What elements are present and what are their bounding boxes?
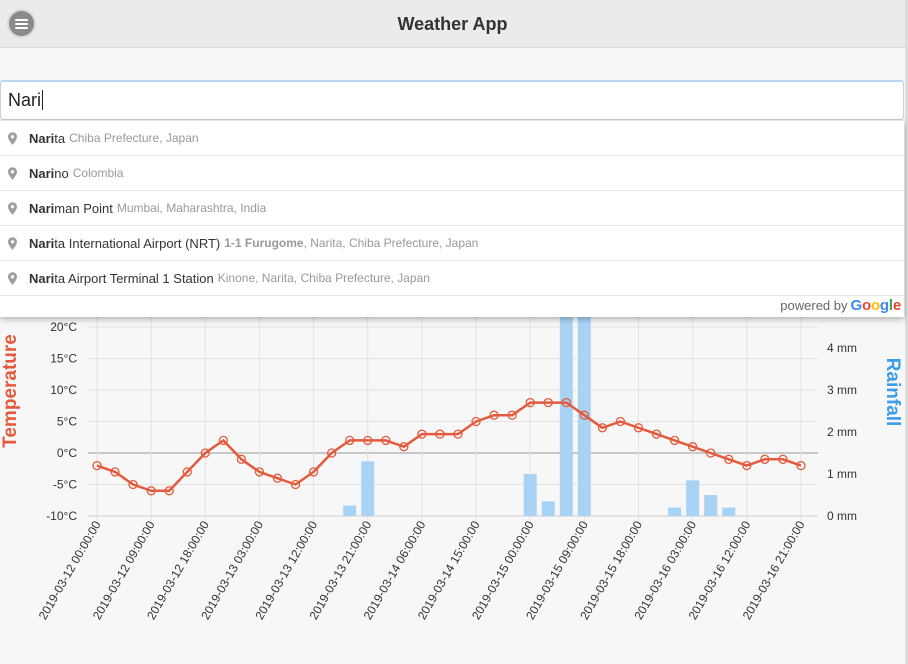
x-tick-label: 2019-03-15 18:00:00 [577,518,645,622]
rainfall-bar [668,507,682,516]
x-tick-label: 2019-03-13 03:00:00 [198,518,266,622]
x-tick-label: 2019-03-13 12:00:00 [252,518,320,622]
x-tick-label: 2019-03-14 06:00:00 [361,518,429,622]
powered-by-google: powered by Google [780,297,901,314]
y-left-tick-label: 10°C [50,383,77,397]
powered-by-text: powered by [780,298,848,313]
suggestion-main-text: Narita [29,131,65,146]
suggestion-secondary-text: Colombia [73,166,124,180]
y-right-tick-label: 3 mm [827,383,857,397]
suggestion-rest-text: ta [54,130,66,146]
suggestion-secondary-text: Kinone, Narita, Chiba Prefecture, Japan [218,271,430,285]
y-left-tick-label: 0°C [57,446,77,460]
suggestion-rest-text: man Point [54,200,113,216]
y-right-tick-label: 0 mm [827,509,857,523]
y-left-tick-label: 20°C [50,320,77,334]
suggestion-main-text: Narino [29,166,69,181]
app-header: Weather App [0,0,905,48]
y-left-tick-label: 5°C [57,415,77,429]
autocomplete-suggestion[interactable]: Narita Airport Terminal 1 Station Kinone,… [0,261,904,296]
x-tick-label: 2019-03-12 00:00:00 [36,518,104,622]
y-right-tick-label: 4 mm [827,341,857,355]
y-left-tick-label: 15°C [50,352,77,366]
suggestion-matched-text: Nari [29,130,55,146]
rainfall-bar [361,461,375,516]
y-left-tick-label: -5°C [53,478,77,492]
y-right-tick-label: 1 mm [827,467,857,481]
rainfall-bar [686,480,700,516]
rainfall-bar [343,505,357,516]
autocomplete-suggestion[interactable]: Narino Colombia [0,156,904,191]
suggestion-secondary-text: Chiba Prefecture, Japan [69,131,198,145]
map-pin-icon [8,131,17,145]
page-title: Weather App [397,14,508,34]
x-tick-label: 2019-03-12 18:00:00 [144,518,212,622]
suggestion-secondary-detail: Chiba Prefecture, Japan [69,131,199,145]
autocomplete-suggestion[interactable]: Narita International Airport (NRT) 1-1 Fu… [0,226,904,261]
suggestion-secondary-text: 1-1 Furugome, Narita, Chiba Prefecture, … [224,236,478,250]
y-right-tick-label: 2 mm [827,425,857,439]
suggestion-main-text: Nariman Point [29,201,113,216]
suggestion-main-text: Narita International Airport (NRT) [29,236,220,251]
suggestion-secondary-matched: 1-1 Furugome [224,236,304,250]
suggestion-matched-text: Nari [29,270,55,286]
suggestion-secondary-detail: Mumbai, Maharashtra, India [116,201,267,215]
x-tick-label: 2019-03-15 09:00:00 [523,518,591,622]
x-tick-label: 2019-03-14 15:00:00 [415,518,483,622]
x-tick-label: 2019-03-15 00:00:00 [469,518,537,622]
y-left-tick-label: -10°C [46,509,77,523]
map-pin-icon [8,201,17,215]
suggestion-rest-text: ta International Airport (NRT) [54,235,221,251]
temperature-axis-title: Temperature [0,334,21,448]
rainfall-bar [523,474,537,516]
map-pin-icon [8,271,17,285]
weather-app: Weather App Nari Narita Chiba Prefecture,… [0,0,908,664]
search-input-value: Nari [8,90,42,110]
suggestion-matched-text: Nari [29,235,55,251]
suggestion-secondary-detail: , Narita, Chiba Prefecture, Japan [303,236,479,250]
suggestion-secondary-detail: Colombia [72,166,124,180]
x-tick-label: 2019-03-13 21:00:00 [307,518,375,622]
suggestion-secondary-detail: Kinone, Narita, Chiba Prefecture, Japan [217,271,430,285]
x-tick-label: 2019-03-16 21:00:00 [740,518,808,622]
suggestion-main-text: Narita Airport Terminal 1 Station [29,271,214,286]
x-tick-label: 2019-03-16 12:00:00 [686,518,754,622]
rainfall-axis-title: Rainfall [882,358,903,427]
suggestion-matched-text: Nari [29,200,55,216]
x-tick-label: 2019-03-12 09:00:00 [90,518,158,622]
location-search-input[interactable]: Nari [0,80,904,120]
autocomplete-suggestion[interactable]: Narita Chiba Prefecture, Japan [0,121,904,156]
rainfall-bar [541,501,555,516]
autocomplete-suggestion[interactable]: Nariman Point Mumbai, Maharashtra, India [0,191,904,226]
text-caret [42,90,44,110]
suggestion-matched-text: Nari [29,165,55,181]
suggestion-rest-text: ta Airport Terminal 1 Station [54,270,214,286]
plot-area [88,316,818,516]
suggestion-secondary-text: Mumbai, Maharashtra, India [117,201,266,215]
rainfall-bar [704,495,718,516]
map-pin-icon [8,236,17,250]
suggestion-rest-text: no [54,165,69,181]
autocomplete-dropdown: Narita Chiba Prefecture, Japan Narino Colom… [0,121,904,317]
map-pin-icon [8,166,17,180]
weather-chart: 20°C 15°C 10°C 5°C 0°C -5°C -10°C 4 mm 3 mm 2 mm 1… [0,316,903,622]
rainfall-bar [559,316,573,516]
rainfall-bar [722,507,736,516]
x-tick-label: 2019-03-16 03:00:00 [631,518,699,622]
google-logo: Google [850,297,902,314]
